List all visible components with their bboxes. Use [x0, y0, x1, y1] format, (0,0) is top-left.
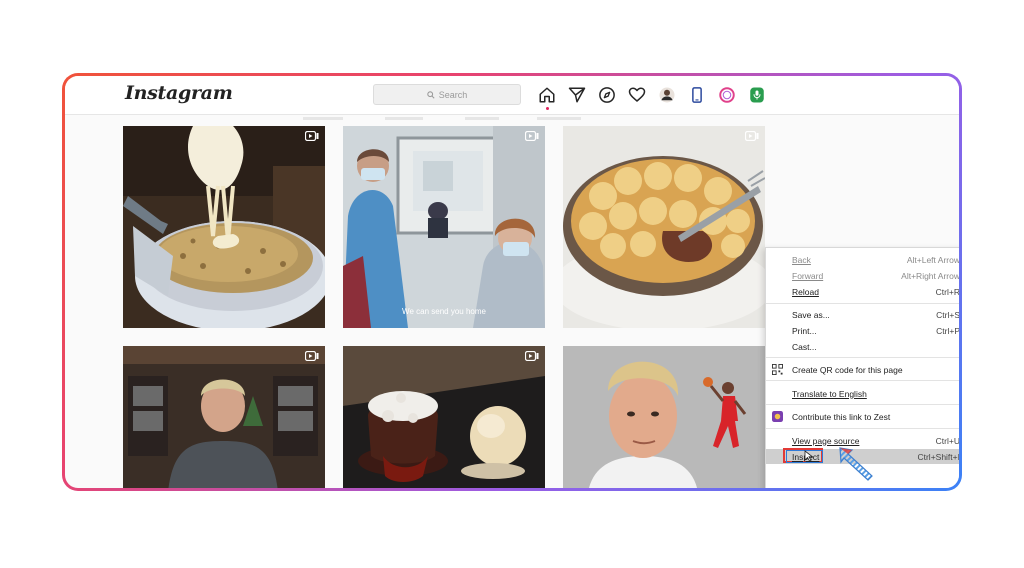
menu-separator	[766, 404, 959, 405]
menu-item-translate[interactable]: Translate to English	[766, 386, 959, 401]
post-tile-nurses[interactable]: We can send you home	[343, 126, 545, 328]
subtab-posts[interactable]	[303, 116, 343, 124]
menu-separator	[766, 357, 959, 358]
pointer-arrow-icon	[839, 447, 873, 481]
top-navigation-bar: Instagram Search	[65, 76, 959, 115]
active-indicator	[546, 107, 549, 110]
lava-cake-photo	[343, 346, 545, 488]
zest-icon	[772, 411, 783, 422]
menu-item-reload[interactable]: Reload Ctrl+R	[766, 284, 959, 299]
menu-item-back[interactable]: Back Alt+Left Arrow	[766, 252, 959, 267]
post-tile-lava-cake[interactable]	[343, 346, 545, 488]
direct-icon[interactable]	[566, 84, 588, 106]
explore-icon[interactable]	[596, 84, 618, 106]
profile-avatar[interactable]	[656, 84, 678, 106]
menu-separator	[766, 428, 959, 429]
post-tile-shepherds-pie[interactable]	[563, 126, 765, 328]
home-icon[interactable]	[536, 84, 558, 106]
menu-separator	[766, 303, 959, 304]
menu-item-cast[interactable]: Cast...	[766, 339, 959, 354]
search-icon	[427, 90, 435, 99]
microphone-icon[interactable]	[746, 84, 768, 106]
menu-item-save-as[interactable]: Save as... Ctrl+S	[766, 307, 959, 322]
heart-icon[interactable]	[626, 84, 648, 106]
subtab-tagged[interactable]	[537, 116, 581, 124]
subtab-igtv[interactable]	[465, 116, 499, 124]
shepherds-pie-photo	[563, 126, 765, 328]
qr-code-icon	[772, 364, 783, 375]
browser-context-menu: Back Alt+Left Arrow Forward Alt+Right Ar…	[765, 247, 959, 488]
menu-separator	[766, 380, 959, 381]
subtab-reels[interactable]	[385, 116, 423, 124]
post-tile-chef-kitchen[interactable]	[123, 346, 325, 488]
reel-icon	[525, 351, 539, 361]
post-tile-gratin[interactable]	[123, 126, 325, 328]
gratin-photo	[123, 126, 325, 328]
reel-icon	[525, 131, 539, 141]
search-input[interactable]: Search	[373, 84, 521, 105]
menu-item-zest[interactable]: Contribute this link to Zest	[766, 409, 959, 424]
menu-item-forward[interactable]: Forward Alt+Right Arrow	[766, 268, 959, 283]
browser-frame: Instagram Search We can send you home Ba…	[62, 73, 962, 491]
phone-icon[interactable]	[686, 84, 708, 106]
reel-icon	[305, 351, 319, 361]
reel-icon	[305, 131, 319, 141]
chef-portrait-photo	[563, 346, 765, 488]
instagram-page: Instagram Search We can send you home Ba…	[65, 76, 959, 488]
reel-icon	[745, 131, 759, 141]
mouse-cursor-icon	[804, 450, 814, 462]
instagram-logo[interactable]: Instagram	[125, 82, 233, 104]
video-caption: We can send you home	[402, 307, 486, 316]
search-placeholder: Search	[438, 89, 468, 100]
chef-kitchen-photo	[123, 346, 325, 488]
circle-icon[interactable]	[716, 84, 738, 106]
menu-item-print[interactable]: Print... Ctrl+P	[766, 323, 959, 338]
post-tile-chef-portrait[interactable]	[563, 346, 765, 488]
menu-item-qr-code[interactable]: Create QR code for this page	[766, 362, 959, 377]
nurses-photo	[343, 126, 545, 328]
